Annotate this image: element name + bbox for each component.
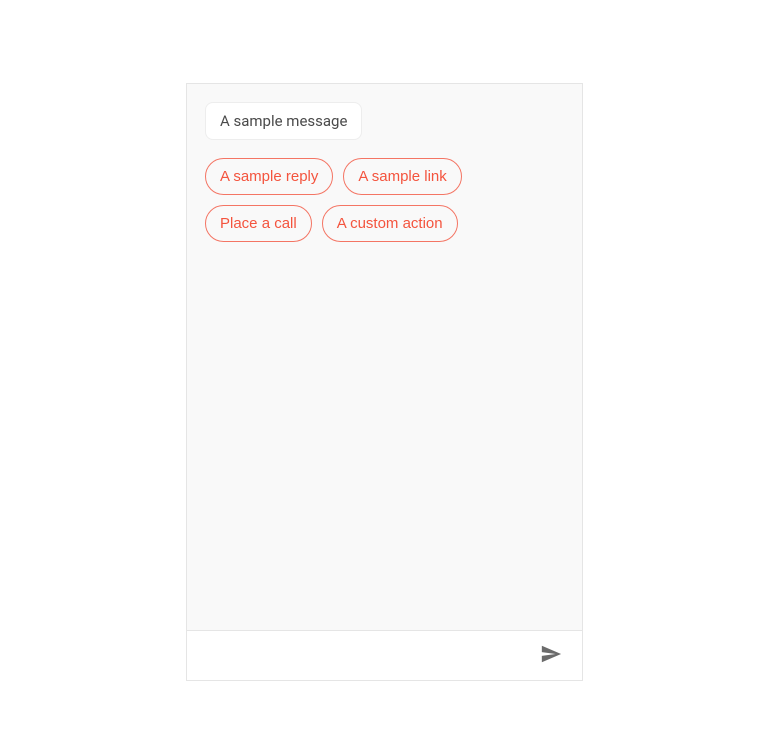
action-label: A custom action [337, 215, 443, 232]
message-bubble: A sample message [205, 102, 362, 140]
chat-widget: A sample message A sample reply A sample… [186, 83, 583, 681]
action-custom-action[interactable]: A custom action [322, 205, 458, 242]
action-sample-reply[interactable]: A sample reply [205, 158, 333, 195]
messages-area: A sample message A sample reply A sample… [187, 84, 582, 630]
action-label: A sample link [358, 168, 446, 185]
quick-actions-row: A sample reply A sample link Place a cal… [205, 158, 564, 242]
input-bar [187, 630, 582, 680]
action-sample-link[interactable]: A sample link [343, 158, 461, 195]
action-place-call[interactable]: Place a call [205, 205, 312, 242]
message-text: A sample message [220, 112, 347, 130]
send-button[interactable] [536, 639, 566, 672]
send-icon [540, 643, 562, 668]
action-label: Place a call [220, 215, 297, 232]
action-label: A sample reply [220, 168, 318, 185]
